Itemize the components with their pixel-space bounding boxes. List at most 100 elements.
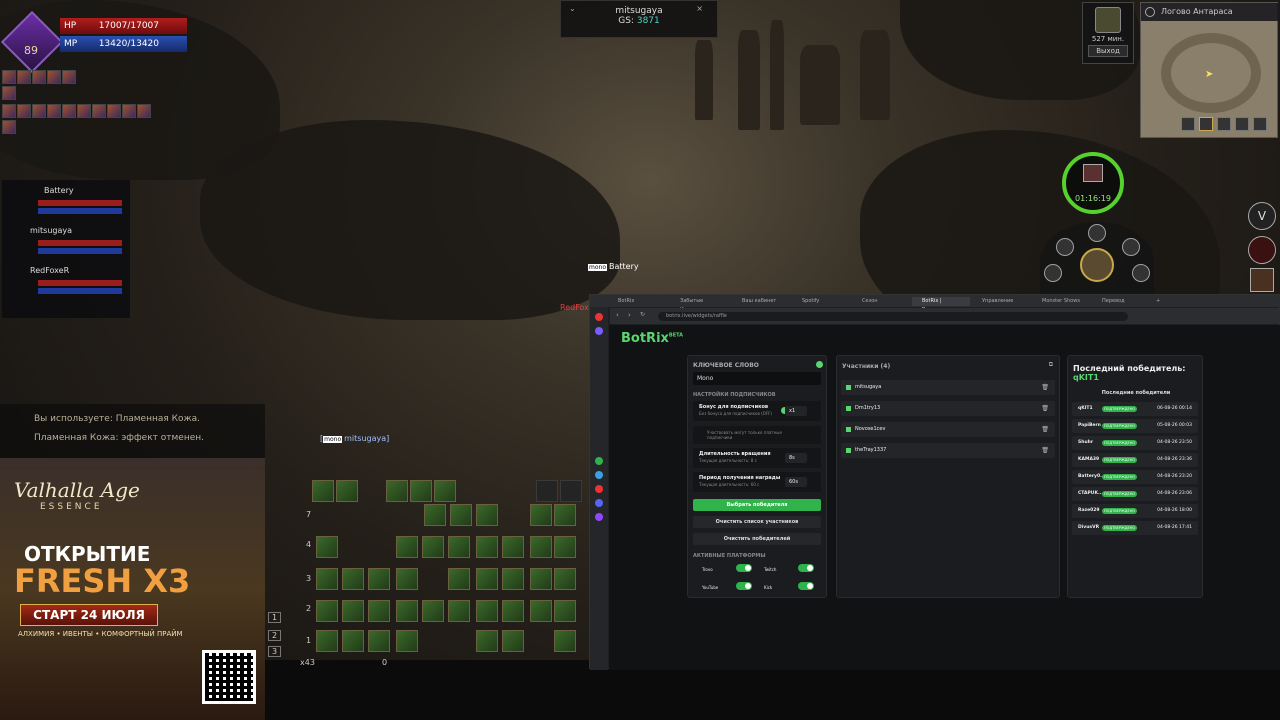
browser-window[interactable]: BotRix Забытые Измерения Ваш кабинет Spo…: [589, 294, 1280, 670]
hotbar-slot[interactable]: [530, 536, 552, 558]
hotbar-slot[interactable]: [342, 600, 364, 622]
buff-icon[interactable]: [107, 104, 121, 118]
hotbar-slot[interactable]: [396, 536, 418, 558]
hotbar-slot[interactable]: [336, 480, 358, 502]
trash-icon[interactable]: 🗑: [1041, 401, 1049, 416]
claim-select[interactable]: 60s: [785, 477, 807, 487]
buff-icon[interactable]: [17, 104, 31, 118]
hotbar-slot[interactable]: [554, 504, 576, 526]
buff-icon[interactable]: [2, 86, 16, 100]
sub-bonus-select[interactable]: x1: [785, 406, 807, 416]
hotbar-slot[interactable]: [476, 568, 498, 590]
spin-select[interactable]: 8s: [785, 453, 807, 463]
hotbar-slot[interactable]: [476, 600, 498, 622]
hotbar-slot[interactable]: [448, 568, 470, 590]
browser-tab[interactable]: Перевод: [1092, 297, 1150, 306]
hotbar-slot[interactable]: [554, 600, 576, 622]
opera-icon[interactable]: [595, 313, 603, 321]
buff-icon[interactable]: [77, 104, 91, 118]
browser-tab[interactable]: Monster Shows: [1032, 297, 1090, 306]
hotbar-slot[interactable]: [530, 504, 552, 526]
whatsapp-icon[interactable]: [595, 457, 603, 465]
chest-icon[interactable]: [1250, 268, 1274, 292]
browser-tab-active[interactable]: BotRix | Розыгрыш: [912, 297, 970, 313]
browser-tab[interactable]: Управление: [972, 297, 1030, 306]
hotbar-slot[interactable]: [502, 568, 524, 590]
clear-participants-button[interactable]: Очистить список участников: [693, 516, 821, 528]
hotbar-slot[interactable]: [530, 568, 552, 590]
buff-icon[interactable]: [2, 120, 16, 134]
hotbar-slot[interactable]: [530, 600, 552, 622]
world-name-self[interactable]: [mono mitsugaya]: [320, 434, 389, 443]
sub-only-option[interactable]: Участвовать могут только платные подписч…: [693, 426, 821, 444]
expand-icon[interactable]: [1253, 117, 1267, 131]
close-icon[interactable]: ×: [696, 4, 703, 13]
twitch-icon[interactable]: [595, 513, 603, 521]
hotbar-slot[interactable]: [316, 600, 338, 622]
zoom-out-icon[interactable]: [1181, 117, 1195, 131]
wheel-icon[interactable]: [1044, 264, 1062, 282]
trovo-toggle[interactable]: [736, 564, 752, 572]
buff-icon[interactable]: [2, 70, 16, 84]
youtube-icon[interactable]: [595, 485, 603, 493]
buff-icon[interactable]: [92, 104, 106, 118]
hotbar-slot[interactable]: [536, 480, 558, 502]
menu-icon[interactable]: [1248, 236, 1276, 264]
hotbar-slot[interactable]: [448, 600, 470, 622]
telegram-icon[interactable]: [595, 471, 603, 479]
info-icon[interactable]: [816, 361, 823, 368]
kick-toggle[interactable]: [798, 582, 814, 590]
trash-icon[interactable]: 🗑: [1041, 422, 1049, 437]
wheel-icon[interactable]: [1088, 224, 1106, 242]
hotbar-slot[interactable]: [502, 536, 524, 558]
character-portrait[interactable]: [1080, 248, 1114, 282]
pick-winner-button[interactable]: Выбрать победителя: [693, 499, 821, 511]
wheel-icon[interactable]: [1122, 238, 1140, 256]
pvp-icon[interactable]: [1199, 117, 1213, 131]
player-frame[interactable]: 89 HP 17007/17007 MP 13420/13420: [0, 10, 187, 74]
back-icon[interactable]: ‹: [616, 311, 619, 319]
exit-button[interactable]: Выход: [1088, 45, 1128, 57]
world-name-battery[interactable]: mono Battery: [588, 262, 639, 271]
hotbar-slot[interactable]: [448, 536, 470, 558]
hotbar-slot[interactable]: [368, 600, 390, 622]
collapse-icon[interactable]: ⌄: [569, 4, 576, 13]
lock-icon[interactable]: [1235, 117, 1249, 131]
hotbar-slot[interactable]: [342, 630, 364, 652]
hotbar-slot[interactable]: [368, 568, 390, 590]
hotbar-slot[interactable]: [554, 630, 576, 652]
hotbar-slot[interactable]: [342, 568, 364, 590]
buff-icon[interactable]: [32, 70, 46, 84]
clear-winners-button[interactable]: Очистить победителей: [693, 533, 821, 545]
hotbar-slot[interactable]: [476, 536, 498, 558]
copy-icon[interactable]: ⧉: [1049, 361, 1053, 369]
hotbar-slot[interactable]: [368, 630, 390, 652]
youtube-toggle[interactable]: [736, 582, 752, 590]
botrix-logo[interactable]: BotRixBETA: [621, 331, 683, 346]
buff-icon[interactable]: [62, 70, 76, 84]
hotbar-slot[interactable]: [560, 480, 582, 502]
chat-log[interactable]: Вы используете: Пламенная Кожа. Пламенна…: [0, 404, 265, 464]
target-frame[interactable]: ⌄ × mitsugaya GS: 3871: [560, 0, 718, 38]
aria-icon[interactable]: [595, 327, 603, 335]
server-ad-banner[interactable]: Valhalla Age ESSENCE ОТКРЫТИЕ FRESH X3 С…: [0, 458, 265, 720]
reload-icon[interactable]: ↻: [640, 311, 645, 318]
hotbar-slot[interactable]: [410, 480, 432, 502]
buff-icon[interactable]: [137, 104, 151, 118]
hotbar-slot[interactable]: [396, 568, 418, 590]
hotbar-slot[interactable]: [396, 630, 418, 652]
hotbar-slot[interactable]: [316, 536, 338, 558]
hotbar-slot[interactable]: [316, 568, 338, 590]
twitch-toggle[interactable]: [798, 564, 814, 572]
trash-icon[interactable]: 🗑: [1041, 380, 1049, 395]
hotbar-slot[interactable]: [476, 504, 498, 526]
buff-icon[interactable]: [2, 104, 16, 118]
hotbar-slot[interactable]: [450, 504, 472, 526]
hotbar-page[interactable]: 3: [268, 646, 282, 657]
party-member-name[interactable]: mitsugaya: [30, 226, 72, 235]
browser-tab[interactable]: Spotify: [792, 297, 850, 306]
browser-tab[interactable]: Сезон: [852, 297, 910, 306]
party-member-name[interactable]: RedFoxeR: [30, 266, 69, 275]
forward-icon[interactable]: ›: [628, 311, 631, 319]
trash-icon[interactable]: 🗑: [1041, 443, 1049, 458]
